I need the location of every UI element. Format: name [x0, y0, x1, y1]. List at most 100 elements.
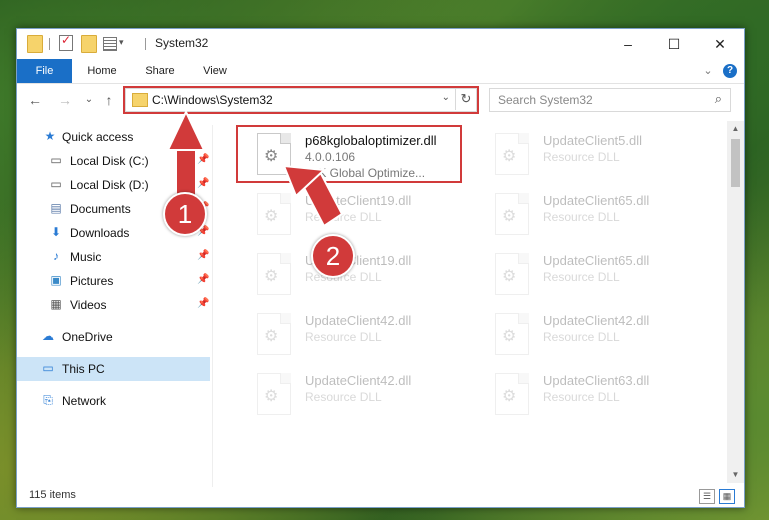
dll-file-icon: ⚙ — [257, 193, 291, 235]
window-title: System32 — [155, 36, 209, 50]
search-icon[interactable]: ⌕ — [715, 91, 722, 107]
network-icon: ⎘ — [43, 393, 53, 407]
scroll-thumb[interactable] — [731, 139, 740, 187]
item-count: 115 items — [29, 489, 76, 501]
large-icons-view-icon[interactable]: ▦ — [719, 489, 735, 504]
properties-icon[interactable] — [59, 33, 73, 51]
dll-file-icon: ⚙ — [257, 253, 291, 295]
new-folder-icon[interactable] — [81, 35, 97, 53]
file-name: UpdateClient65.dll — [543, 193, 650, 208]
sidebar-item-music[interactable]: ♪ Music 📌 — [17, 245, 210, 269]
sidebar-item-label: Local Disk (D:) — [70, 178, 149, 192]
file-type: Resource DLL — [305, 390, 382, 404]
sidebar-item-pictures[interactable]: ▣ Pictures 📌 — [17, 269, 210, 293]
sidebar-item-local-disk-c[interactable]: ▭ Local Disk (C:) 📌 — [17, 149, 210, 173]
navigation-bar: ← → ⌄ ↑ C:\Windows\System32 ⌄ ↻ Search S… — [17, 83, 744, 117]
status-bar: 115 items ☰ ▦ — [17, 485, 744, 507]
tab-view[interactable]: View — [192, 59, 238, 83]
divider — [212, 125, 213, 487]
file-name: UpdateClient5.dll — [543, 133, 643, 148]
sidebar-item-label: Documents — [70, 202, 131, 216]
sidebar-item-label: OneDrive — [62, 330, 113, 344]
maximize-button[interactable]: ☐ — [651, 29, 697, 59]
pin-icon[interactable]: 📌 — [197, 250, 209, 261]
tab-home[interactable]: Home — [77, 59, 127, 83]
explorer-window: ▾ System32 – ☐ ✕ File Home Share View ⌄ … — [16, 28, 745, 508]
quick-access-dropdown-icon[interactable]: ▾ — [119, 37, 124, 48]
expand-ribbon-icon[interactable]: ⌄ — [699, 59, 717, 83]
close-button[interactable]: ✕ — [697, 29, 743, 59]
file-tile[interactable]: ⚙ UpdateClient63.dll Resource DLL — [475, 367, 705, 423]
sidebar-item-network[interactable]: ⎘ Network — [17, 389, 210, 413]
file-type: Resource DLL — [543, 210, 620, 224]
step-2-badge: 2 — [311, 234, 355, 278]
file-type: Resource DLL — [305, 210, 382, 224]
dll-file-icon: ⚙ — [257, 373, 291, 415]
sidebar-item-videos[interactable]: ▦ Videos 📌 — [17, 293, 210, 317]
file-tile[interactable]: ⚙ UpdateClient65.dll Resource DLL — [475, 247, 705, 303]
help-icon[interactable]: ? — [723, 64, 737, 78]
file-type: Resource DLL — [543, 330, 620, 344]
back-button[interactable]: ← — [25, 90, 45, 110]
scroll-up-icon[interactable]: ▲ — [727, 121, 744, 137]
file-tile[interactable]: ⚙ UpdateClient42.dll Resource DLL — [475, 307, 705, 363]
cloud-icon: ☁ — [42, 329, 54, 343]
dll-file-icon: ⚙ — [495, 373, 529, 415]
file-tile[interactable]: ⚙ UpdateClient19.dll Resource DLL — [237, 187, 467, 243]
file-name: UpdateClient42.dll — [543, 313, 650, 328]
file-tile[interactable]: ⚙ UpdateClient42.dll Resource DLL — [237, 367, 467, 423]
divider — [49, 38, 50, 50]
search-input[interactable]: Search System32 — [498, 93, 593, 107]
sidebar-item-label: Quick access — [62, 130, 134, 144]
file-name: UpdateClient42.dll — [305, 373, 412, 388]
dll-file-icon: ⚙ — [495, 193, 529, 235]
folder-icon — [27, 35, 43, 53]
dll-file-icon: ⚙ — [495, 313, 529, 355]
details-view-icon[interactable]: ☰ — [699, 489, 715, 504]
sidebar-item-label: Local Disk (C:) — [70, 154, 149, 168]
file-tile[interactable]: ⚙ UpdateClient65.dll Resource DLL — [475, 187, 705, 243]
step-1-badge: 1 — [163, 192, 207, 236]
file-type: Resource DLL — [543, 150, 620, 164]
customize-icon[interactable] — [103, 37, 117, 51]
file-name: UpdateClient19.dll — [305, 193, 412, 208]
videos-icon: ▦ — [50, 297, 62, 311]
sidebar-item-label: This PC — [62, 362, 105, 376]
search-box[interactable]: Search System32 ⌕ — [489, 88, 731, 112]
file-name: UpdateClient63.dll — [543, 373, 650, 388]
title-bar: ▾ System32 – ☐ ✕ — [17, 29, 744, 59]
address-highlight-box — [123, 86, 479, 114]
sidebar-item-this-pc[interactable]: ▭ This PC — [17, 357, 210, 381]
pictures-icon: ▣ — [50, 273, 62, 287]
file-type: Resource DLL — [543, 270, 620, 284]
sidebar-item-label: Pictures — [70, 274, 114, 288]
file-type: Resource DLL — [305, 330, 382, 344]
recent-locations-button[interactable]: ⌄ — [79, 90, 99, 110]
dll-file-icon: ⚙ — [495, 133, 529, 175]
sidebar-item-label: Videos — [70, 298, 107, 312]
file-type: Resource DLL — [543, 390, 620, 404]
vertical-scrollbar[interactable]: ▲ ▼ — [727, 121, 744, 483]
file-name: UpdateClient42.dll — [305, 313, 412, 328]
pin-icon[interactable]: 📌 — [197, 154, 209, 165]
pin-icon[interactable]: 📌 — [197, 178, 209, 189]
music-icon: ♪ — [53, 249, 59, 263]
up-button[interactable]: ↑ — [99, 90, 119, 110]
forward-button[interactable]: → — [55, 90, 75, 110]
sidebar-item-quick-access[interactable]: ★ Quick access — [17, 125, 210, 149]
file-tile[interactable]: ⚙ UpdateClient42.dll Resource DLL — [237, 307, 467, 363]
drive-icon: ▭ — [50, 153, 62, 167]
scroll-down-icon[interactable]: ▼ — [727, 467, 744, 483]
drive-icon: ▭ — [50, 177, 62, 191]
sidebar-item-onedrive[interactable]: ☁ OneDrive — [17, 325, 210, 349]
sidebar-item-label: Music — [70, 250, 102, 264]
file-tile[interactable]: ⚙ UpdateClient5.dll Resource DLL — [475, 127, 705, 183]
file-highlight-box — [236, 125, 462, 183]
computer-icon: ▭ — [42, 361, 54, 375]
pin-icon[interactable]: 📌 — [197, 274, 209, 285]
minimize-button[interactable]: – — [605, 29, 651, 59]
file-name: UpdateClient65.dll — [543, 253, 650, 268]
tab-share[interactable]: Share — [135, 59, 185, 83]
pin-icon[interactable]: 📌 — [197, 298, 209, 309]
tab-file[interactable]: File — [17, 59, 72, 83]
